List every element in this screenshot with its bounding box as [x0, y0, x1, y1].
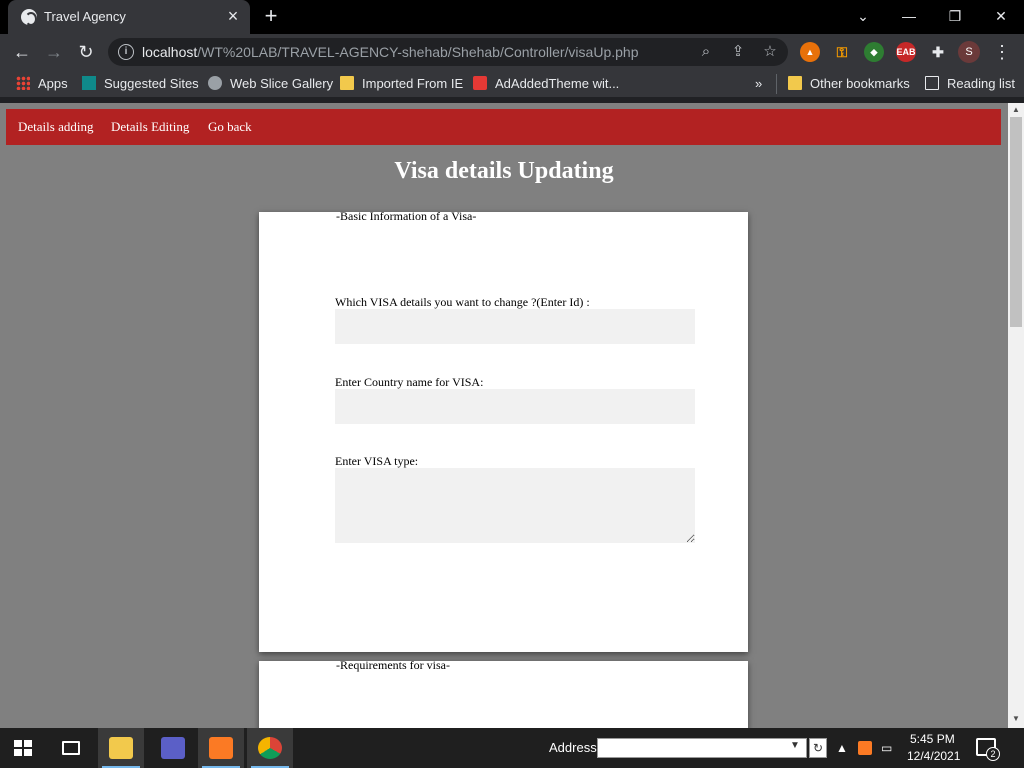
clock-time[interactable]: 5:45 PM: [910, 732, 955, 746]
bookmark-imported-from-ie[interactable]: Imported From IE: [340, 75, 463, 93]
taskbar: Address ▼ ↻ ▲ ▭ 5:45 PM 12/4/2021 2: [0, 728, 1024, 768]
visa-id-label: Which VISA details you want to change ?(…: [335, 295, 590, 309]
bookmarks-overflow[interactable]: »: [755, 75, 762, 93]
folder-icon: [340, 76, 354, 90]
profile-avatar[interactable]: S: [958, 41, 980, 63]
restore-button[interactable]: ❐: [937, 4, 973, 28]
bing-icon: [82, 76, 96, 90]
page-viewport: Details adding Details Editing Go back V…: [0, 103, 1008, 728]
chrome-icon: [258, 737, 282, 759]
forward-button[interactable]: →: [42, 40, 66, 64]
bookmark-other-bookmarks[interactable]: Other bookmarks: [788, 75, 910, 93]
nav-details-editing[interactable]: Details Editing: [111, 119, 189, 135]
visa-type-label: Enter VISA type:: [335, 454, 419, 468]
back-button[interactable]: ←: [10, 40, 34, 64]
site-info-icon[interactable]: i: [118, 44, 134, 60]
key-extension-icon[interactable]: ⚿: [832, 42, 852, 62]
notification-count-badge: 2: [986, 747, 1000, 761]
browser-tab[interactable]: Travel Agency ×: [8, 0, 250, 34]
zoom-icon[interactable]: ⌕: [696, 42, 716, 62]
requirements-fieldset: -Requirements for visa-: [259, 658, 748, 728]
close-window-button[interactable]: ✕: [983, 4, 1019, 28]
address-bar[interactable]: i localhost/WT%20LAB/TRAVEL-AGENCY-sheha…: [108, 38, 788, 66]
page-title: Visa details Updating: [394, 158, 614, 184]
address-toolbar-label: Address: [549, 740, 597, 755]
nav-go-back[interactable]: Go back: [208, 119, 252, 135]
task-view-button[interactable]: [48, 728, 94, 768]
xampp-tray-icon[interactable]: [858, 741, 872, 755]
new-tab-button[interactable]: +: [260, 5, 282, 27]
task-view-icon: [62, 741, 80, 755]
xampp-button[interactable]: [198, 728, 244, 768]
country-name-input[interactable]: [335, 389, 695, 424]
scroll-up-arrow-icon[interactable]: ▲: [1012, 106, 1020, 114]
adblock-icon[interactable]: EAB: [896, 42, 916, 62]
tab-strip: Travel Agency × + ⌄ — ❐ ✕: [0, 0, 1024, 34]
share-icon[interactable]: ⇪: [728, 42, 748, 62]
extension-icon[interactable]: ◆: [864, 42, 884, 62]
bookmark-suggested-sites[interactable]: Suggested Sites: [82, 75, 199, 93]
folder-icon: [109, 737, 133, 759]
chrome-button[interactable]: [247, 728, 293, 768]
folder-icon: [788, 76, 802, 90]
bookmark-web-slice-gallery[interactable]: Web Slice Gallery: [208, 75, 333, 93]
browser-toolbar: ← → ↻ i localhost/WT%20LAB/TRAVEL-AGENCY…: [0, 34, 1024, 70]
fieldset-legend: -Basic Information of a Visa-: [336, 209, 477, 223]
top-nav: Details adding Details Editing Go back: [6, 109, 1001, 145]
extensions-puzzle-icon[interactable]: ✚: [928, 42, 948, 62]
xampp-icon: [209, 737, 233, 759]
minimize-button[interactable]: —: [891, 4, 927, 28]
teams-button[interactable]: [150, 728, 196, 768]
windows-logo-icon: [14, 740, 32, 756]
teams-icon: [161, 737, 185, 759]
bookmark-star-icon[interactable]: ☆: [760, 42, 780, 62]
page-scrollbar[interactable]: ▲ ▼: [1008, 103, 1024, 728]
chevron-down-icon[interactable]: ▼: [790, 740, 800, 751]
bookmarks-bar: Apps Suggested Sites Web Slice Gallery I…: [0, 70, 1024, 98]
theme-icon: [473, 76, 487, 90]
visa-id-input[interactable]: [335, 309, 695, 344]
web-slice-icon: [208, 76, 222, 90]
bookmark-apps[interactable]: Apps: [16, 75, 68, 93]
scroll-down-arrow-icon[interactable]: ▼: [1012, 715, 1020, 723]
file-explorer-button[interactable]: [98, 728, 144, 768]
visa-type-textarea[interactable]: [335, 468, 695, 543]
reading-list[interactable]: Reading list: [925, 75, 1015, 93]
reload-button[interactable]: ↻: [74, 40, 98, 64]
refresh-icon[interactable]: ↻: [809, 738, 827, 758]
battery-icon[interactable]: ▭: [881, 738, 892, 758]
fieldset-legend: -Requirements for visa-: [336, 658, 450, 672]
menu-icon[interactable]: ⋮: [992, 40, 1012, 64]
close-tab-icon[interactable]: ×: [224, 7, 242, 25]
extension-icon[interactable]: ▲: [800, 42, 820, 62]
country-name-label: Enter Country name for VISA:: [335, 375, 484, 389]
globe-icon: [21, 9, 37, 26]
divider: [776, 74, 777, 94]
bookmark-adaddedtheme[interactable]: AdAddedTheme wit...: [473, 75, 619, 93]
tab-title: Travel Agency: [44, 9, 126, 24]
nav-details-adding[interactable]: Details adding: [18, 119, 93, 135]
start-button[interactable]: [0, 728, 46, 768]
show-hidden-icons[interactable]: ▲: [836, 738, 848, 758]
tab-search-icon[interactable]: ⌄: [845, 4, 881, 28]
url-text[interactable]: localhost/WT%20LAB/TRAVEL-AGENCY-shehab/…: [142, 44, 638, 60]
basic-info-fieldset: -Basic Information of a Visa- Which VISA…: [259, 209, 748, 652]
clock-date[interactable]: 12/4/2021: [907, 749, 960, 763]
scroll-thumb[interactable]: [1010, 117, 1022, 327]
address-toolbar-input[interactable]: [597, 738, 807, 758]
reading-list-icon: [925, 76, 939, 90]
apps-grid-icon: [16, 76, 30, 90]
